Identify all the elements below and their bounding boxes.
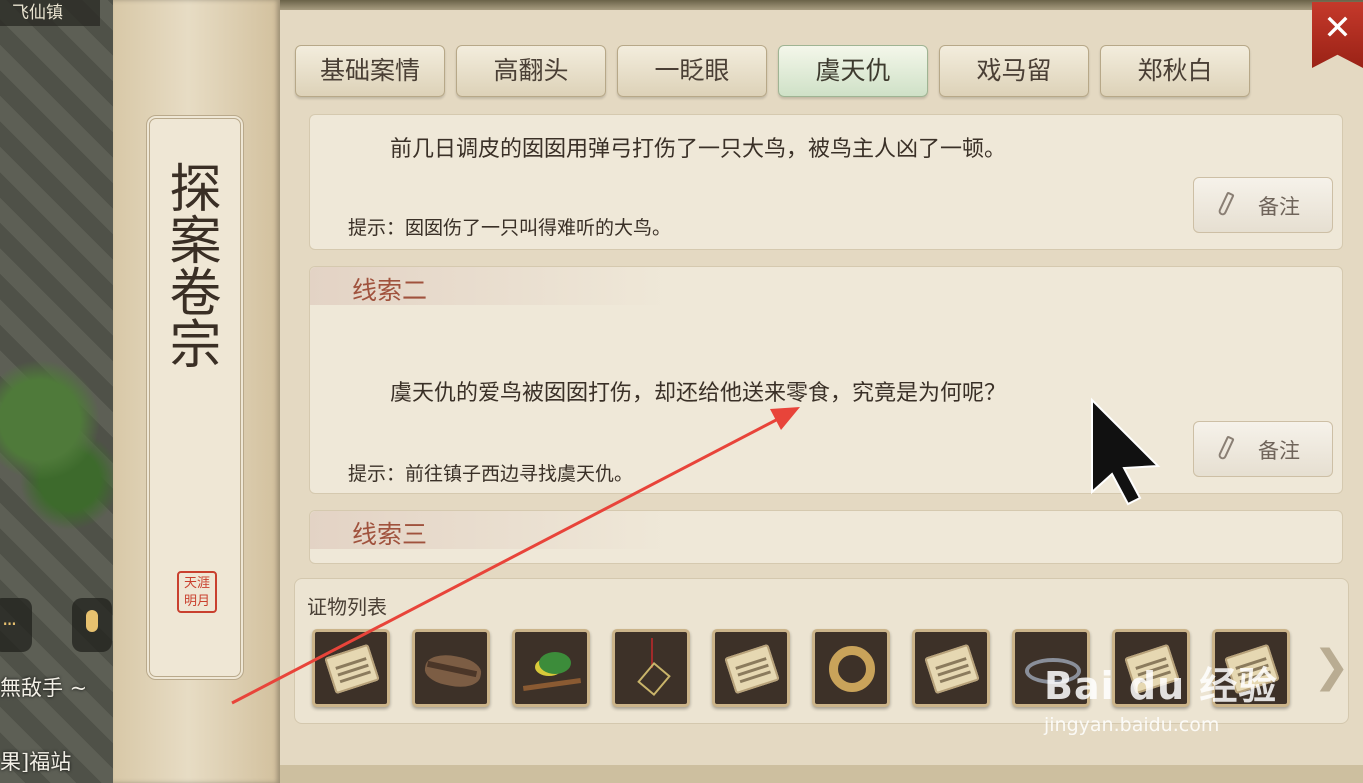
microphone-icon[interactable] <box>72 598 112 652</box>
clue-card-3[interactable]: 线索三 <box>309 510 1343 564</box>
clue-3-header: 线索三 <box>310 511 670 549</box>
tab-xi-maliu[interactable]: 戏马留 <box>939 45 1089 97</box>
clue-card-1: 前几日调皮的囡囡用弹弓打伤了一只大鸟，被鸟主人凶了一顿。 提示：囡囡伤了一只叫得… <box>309 114 1343 250</box>
tab-zheng-qiubai[interactable]: 郑秋白 <box>1100 45 1250 97</box>
note-label: 备注 <box>1258 195 1300 219</box>
clue-list[interactable]: 前几日调皮的囡囡用弹弓打伤了一只大鸟，被鸟主人凶了一顿。 提示：囡囡伤了一只叫得… <box>302 114 1345 564</box>
clue-2-body: 虞天仇的爱鸟被囡囡打伤，却还给他送来零食，究竟是为何呢？ <box>390 381 1007 406</box>
pendant-icon <box>615 632 687 704</box>
evidence-item-2[interactable] <box>412 629 490 707</box>
scroll-icon <box>915 632 987 704</box>
clue-2-label: 线索二 <box>352 276 428 305</box>
panel-top-border <box>280 0 1363 10</box>
watermark-url: jingyan.baidu.com <box>1044 714 1220 736</box>
location-label: 飞仙镇 <box>0 0 100 26</box>
watermark-logo: Bai du 经验 <box>1044 664 1278 708</box>
scroll-title-frame: 探案卷宗 天涯 明月 <box>146 115 244 680</box>
evidence-item-7[interactable] <box>912 629 990 707</box>
clue-1-note-button[interactable]: 备注 <box>1193 177 1333 233</box>
tab-yu-tianchou[interactable]: 虞天仇 <box>778 45 928 97</box>
case-file-title: 探案卷宗 <box>160 161 220 369</box>
chat-icon[interactable] <box>0 598 32 652</box>
seal-stamp-icon: 天涯 明月 <box>177 571 217 613</box>
clue-2-header: 线索二 <box>310 267 670 305</box>
clue-1-body: 前几日调皮的囡囡用弹弓打伤了一只大鸟，被鸟主人凶了一顿。 <box>390 137 1007 162</box>
watermark: Bai du 经验 jingyan.baidu.com <box>1044 655 1304 755</box>
bird-icon <box>515 632 587 704</box>
evidence-item-1[interactable] <box>312 629 390 707</box>
evidence-item-4[interactable] <box>612 629 690 707</box>
game-scene-background <box>0 0 120 783</box>
pencil-icon <box>1217 435 1235 461</box>
evidence-item-5[interactable] <box>712 629 790 707</box>
chat-line-2: 果]福站 <box>0 750 72 774</box>
scroll-icon <box>715 632 787 704</box>
panel-bottom-border <box>280 765 1363 783</box>
tab-yi-zhayan[interactable]: 一眨眼 <box>617 45 767 97</box>
pencil-icon <box>1217 191 1235 217</box>
clue-3-label: 线索三 <box>352 520 428 549</box>
evidence-item-6[interactable] <box>812 629 890 707</box>
case-file-scroll: 探案卷宗 天涯 明月 <box>113 0 280 783</box>
clue-card-2: 线索二 虞天仇的爱鸟被囡囡打伤，却还给他送来零食，究竟是为何呢？ 提示：前往镇子… <box>309 266 1343 494</box>
clue-1-hint: 提示：囡囡伤了一只叫得难听的大鸟。 <box>348 217 672 239</box>
chat-line-1: 無敌手 ~ <box>0 676 88 700</box>
tab-gao-fantou[interactable]: 高翻头 <box>456 45 606 97</box>
close-button[interactable]: ✕ <box>1312 2 1363 68</box>
scroll-icon <box>315 632 387 704</box>
tab-basic-case[interactable]: 基础案情 <box>295 45 445 97</box>
clue-2-hint: 提示：前往镇子西边寻找虞天仇。 <box>348 463 634 485</box>
evidence-list-title: 证物列表 <box>307 595 387 619</box>
dead-bird-icon <box>415 632 487 704</box>
close-icon: ✕ <box>1323 8 1352 48</box>
ring-icon <box>815 632 887 704</box>
chevron-right-icon[interactable]: ❯ <box>1313 645 1350 691</box>
evidence-item-3[interactable] <box>512 629 590 707</box>
note-label: 备注 <box>1258 439 1300 463</box>
clue-2-note-button[interactable]: 备注 <box>1193 421 1333 477</box>
